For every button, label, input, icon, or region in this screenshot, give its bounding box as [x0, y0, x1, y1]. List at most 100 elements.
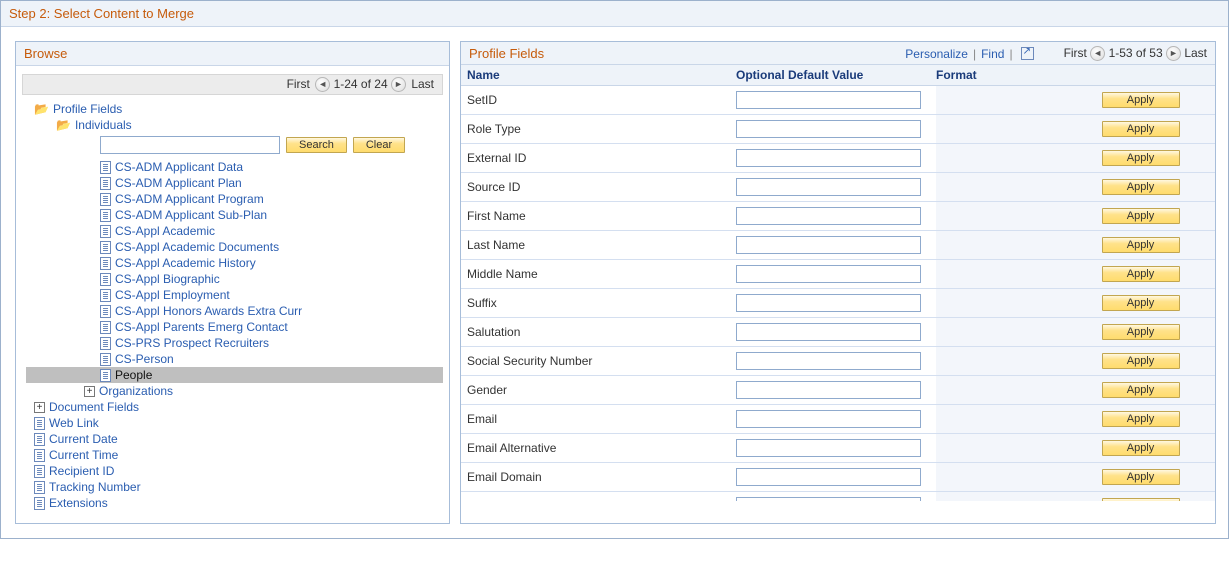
default-value-input[interactable]: [736, 149, 921, 167]
document-icon: [100, 257, 111, 270]
document-icon: [34, 433, 45, 446]
default-value-input[interactable]: [736, 236, 921, 254]
apply-button[interactable]: Apply: [1102, 179, 1180, 195]
fields-first-label[interactable]: First: [1064, 46, 1087, 60]
default-value-input[interactable]: [736, 381, 921, 399]
tree-recipient-id[interactable]: Recipient ID: [26, 463, 443, 479]
default-value-input[interactable]: [736, 265, 921, 283]
search-button[interactable]: Search: [286, 137, 347, 153]
browse-panel: Browse First ◄ 1-24 of 24 ► Last 📂 Profi…: [15, 41, 450, 524]
tree-label: CS-Appl Academic History: [115, 256, 256, 270]
tree-label: CS-Appl Honors Awards Extra Curr: [115, 304, 302, 318]
tree-document-fields[interactable]: + Document Fields: [26, 399, 443, 415]
apply-button[interactable]: Apply: [1102, 295, 1180, 311]
document-icon: [100, 321, 111, 334]
default-value-input[interactable]: [736, 178, 921, 196]
tree-item[interactable]: CS-Appl Biographic: [26, 271, 443, 287]
apply-button[interactable]: Apply: [1102, 324, 1180, 340]
default-value-input[interactable]: [736, 439, 921, 457]
default-value-input[interactable]: [736, 468, 921, 486]
prev-arrow-icon[interactable]: ◄: [1090, 46, 1105, 61]
tree-label: Recipient ID: [49, 464, 114, 478]
expand-icon[interactable]: +: [34, 402, 45, 413]
col-header-default[interactable]: Optional Default Value: [736, 68, 936, 82]
format-cell: [936, 405, 1066, 433]
col-header-name[interactable]: Name: [461, 68, 736, 82]
format-cell: [936, 376, 1066, 404]
apply-button[interactable]: Apply: [1102, 469, 1180, 485]
popout-icon[interactable]: [1021, 47, 1034, 60]
tree-item[interactable]: CS-Appl Honors Awards Extra Curr: [26, 303, 443, 319]
apply-button[interactable]: Apply: [1102, 440, 1180, 456]
clear-button[interactable]: Clear: [353, 137, 405, 153]
prev-arrow-icon[interactable]: ◄: [315, 77, 330, 92]
next-arrow-icon[interactable]: ►: [391, 77, 406, 92]
tree-extensions[interactable]: Extensions: [26, 495, 443, 511]
tree-organizations[interactable]: + Organizations: [26, 383, 443, 399]
tree-item[interactable]: People: [26, 367, 443, 383]
tree-item[interactable]: CS-Appl Academic: [26, 223, 443, 239]
apply-button[interactable]: Apply: [1102, 208, 1180, 224]
tree-item[interactable]: CS-Appl Employment: [26, 287, 443, 303]
apply-button[interactable]: Apply: [1102, 382, 1180, 398]
divider: |: [973, 47, 976, 61]
fields-pager: First ◄ 1-53 of 53 ► Last: [1064, 46, 1207, 61]
table-row: First NameApply: [461, 202, 1215, 231]
tree-search-input[interactable]: [100, 136, 280, 154]
default-value-input[interactable]: [736, 91, 921, 109]
apply-button[interactable]: Apply: [1102, 150, 1180, 166]
tree-current-date[interactable]: Current Date: [26, 431, 443, 447]
apply-button[interactable]: Apply: [1102, 121, 1180, 137]
apply-button[interactable]: Apply: [1102, 498, 1180, 501]
apply-button[interactable]: Apply: [1102, 92, 1180, 108]
tree-item[interactable]: CS-ADM Applicant Program: [26, 191, 443, 207]
fields-table-body[interactable]: SetIDApplyRole TypeApplyExternal IDApply…: [461, 86, 1215, 501]
document-icon: [100, 273, 111, 286]
tree-item[interactable]: CS-Person: [26, 351, 443, 367]
tree-item[interactable]: CS-Appl Parents Emerg Contact: [26, 319, 443, 335]
table-row: SetIDApply: [461, 86, 1215, 115]
tree-label: Document Fields: [49, 400, 139, 414]
apply-button[interactable]: Apply: [1102, 353, 1180, 369]
tree-item[interactable]: CS-ADM Applicant Data: [26, 159, 443, 175]
browse-last-label[interactable]: Last: [411, 77, 434, 91]
fields-last-label[interactable]: Last: [1184, 46, 1207, 60]
tree-item[interactable]: CS-ADM Applicant Sub-Plan: [26, 207, 443, 223]
tree-label: Individuals: [75, 118, 132, 132]
format-cell: [936, 202, 1066, 230]
default-value-input[interactable]: [736, 323, 921, 341]
tree-profile-fields[interactable]: 📂 Profile Fields: [26, 101, 443, 117]
document-icon: [34, 481, 45, 494]
tree-item[interactable]: CS-ADM Applicant Plan: [26, 175, 443, 191]
tree-web-link[interactable]: Web Link: [26, 415, 443, 431]
tree-label: CS-ADM Applicant Plan: [115, 176, 242, 190]
default-value-input[interactable]: [736, 294, 921, 312]
tree-label: CS-Appl Employment: [115, 288, 230, 302]
apply-button[interactable]: Apply: [1102, 237, 1180, 253]
apply-button[interactable]: Apply: [1102, 411, 1180, 427]
apply-button[interactable]: Apply: [1102, 266, 1180, 282]
tree-item[interactable]: CS-PRS Prospect Recruiters: [26, 335, 443, 351]
table-row: Email DomainApply: [461, 463, 1215, 492]
tree-item[interactable]: CS-Appl Academic History: [26, 255, 443, 271]
default-value-input[interactable]: [736, 497, 921, 501]
default-value-input[interactable]: [736, 410, 921, 428]
browse-first-label[interactable]: First: [287, 77, 310, 91]
default-value-input[interactable]: [736, 120, 921, 138]
fields-title: Profile Fields: [469, 46, 544, 61]
tree-current-time[interactable]: Current Time: [26, 447, 443, 463]
document-icon: [100, 177, 111, 190]
find-link[interactable]: Find: [981, 47, 1004, 61]
tree-individuals[interactable]: 📂 Individuals: [26, 117, 443, 133]
tree-tracking-number[interactable]: Tracking Number: [26, 479, 443, 495]
table-row: Middle NameApply: [461, 260, 1215, 289]
default-value-input[interactable]: [736, 207, 921, 225]
col-header-format[interactable]: Format: [936, 68, 1066, 82]
field-name: Last Name: [461, 238, 736, 252]
default-value-input[interactable]: [736, 352, 921, 370]
next-arrow-icon[interactable]: ►: [1166, 46, 1181, 61]
format-cell: [936, 115, 1066, 143]
personalize-link[interactable]: Personalize: [905, 47, 968, 61]
expand-icon[interactable]: +: [84, 386, 95, 397]
tree-item[interactable]: CS-Appl Academic Documents: [26, 239, 443, 255]
